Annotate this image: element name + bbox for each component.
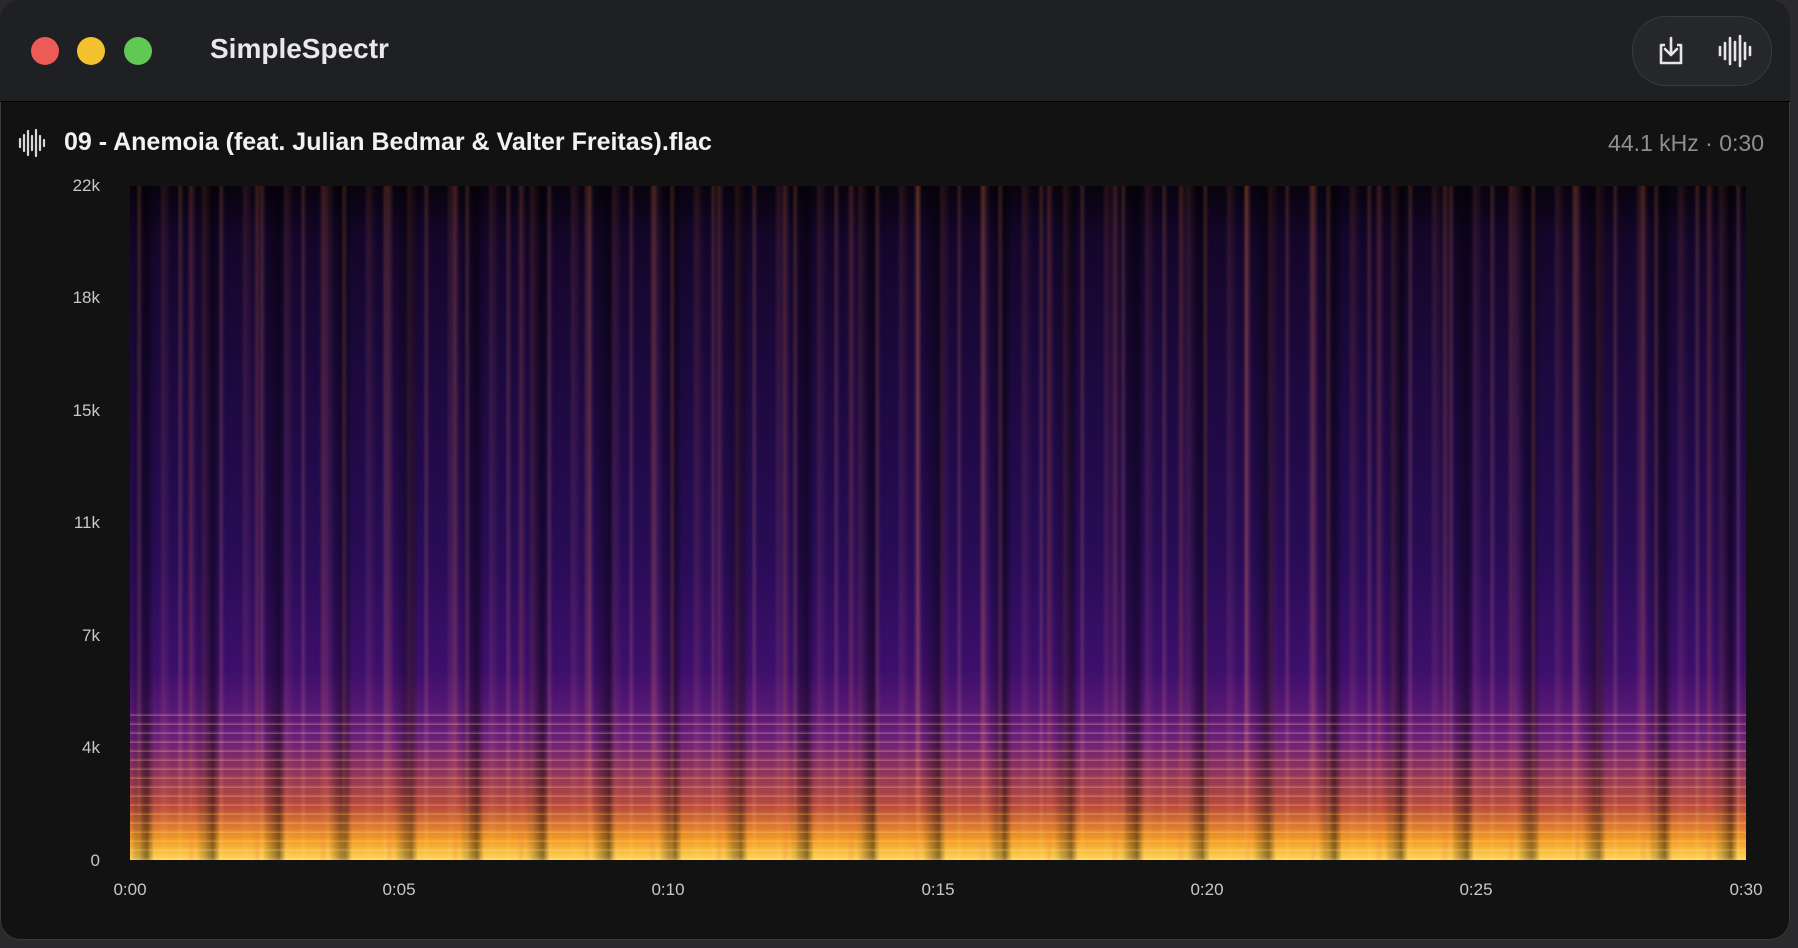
file-name: 09 - Anemoia (feat. Julian Bedmar & Valt… (64, 128, 712, 156)
zoom-window-button[interactable] (124, 37, 152, 65)
minimize-window-button[interactable] (77, 37, 105, 65)
x-tick-label: 0:05 (382, 880, 416, 899)
y-tick-label: 15k (72, 401, 100, 420)
waveform-button[interactable] (1715, 31, 1755, 71)
y-tick-label: 18k (72, 288, 100, 307)
export-button[interactable] (1651, 31, 1691, 71)
spectrogram-harmonics (130, 710, 1746, 860)
file-meta: 44.1 kHz · 0:30 (1608, 130, 1764, 156)
download-tray-icon (1659, 36, 1683, 65)
app-title: SimpleSpectr (210, 33, 389, 64)
app-window: SimpleSpectr 09 - Anemoia (feat. Julian … (0, 0, 1790, 940)
waveform-icon (1718, 34, 1752, 68)
y-tick-label: 0 (90, 851, 100, 870)
waveform-icon (18, 128, 46, 158)
file-info-bar: 09 - Anemoia (feat. Julian Bedmar & Valt… (0, 102, 1790, 182)
toolbar-button-group (1632, 16, 1772, 86)
y-tick-label: 7k (82, 626, 100, 645)
y-tick-label: 11k (73, 513, 100, 532)
close-window-button[interactable] (31, 37, 59, 65)
x-tick-label: 0:00 (113, 880, 147, 899)
y-tick-label: 22k (72, 176, 100, 195)
spectrogram-image[interactable] (130, 186, 1746, 860)
x-tick-label: 0:10 (651, 880, 685, 899)
x-tick-label: 0:30 (1729, 880, 1763, 899)
x-tick-label: 0:15 (921, 880, 955, 899)
x-tick-label: 0:25 (1459, 880, 1493, 899)
title-bar: SimpleSpectr (0, 0, 1790, 102)
spectrogram-plot[interactable]: 22k 18k 15k 11k 7k 4k 0 0:00 0:05 0:10 0… (0, 176, 1790, 920)
y-tick-label: 4k (82, 738, 100, 757)
x-tick-label: 0:20 (1190, 880, 1224, 899)
